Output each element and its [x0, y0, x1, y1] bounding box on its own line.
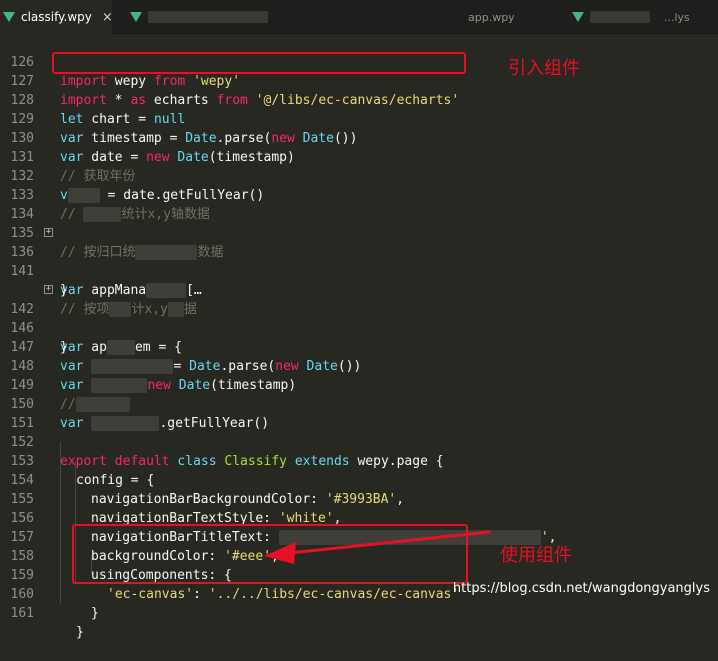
code-line: 147 var = Date.parse(new Date()): [0, 319, 718, 374]
code-line: 142 + var ap em = {: [0, 281, 718, 355]
code-line: 150 var .getFullYear(): [0, 376, 718, 431]
watermark: https://blog.csdn.net/wangdongyanglys: [452, 581, 710, 596]
tab-other[interactable]: ...lys: [560, 0, 718, 34]
import-annotation: 引入组件: [508, 58, 580, 79]
code-line: 148 var new Date(timestamp): [0, 338, 718, 393]
expand-plus-icon[interactable]: +: [44, 285, 53, 294]
code-line: 132 v = date.getFullYear(): [0, 148, 718, 203]
code-line: 131 // 获取年份: [0, 129, 718, 184]
usage-annotation: 使用组件: [500, 545, 572, 566]
code-line: 153 config = {: [0, 433, 718, 488]
vue-icon: [3, 12, 15, 22]
code-line: 134: [0, 186, 718, 222]
code-line: 141 }: [0, 243, 718, 298]
code-line: 135 // 按归口统 数据: [0, 205, 718, 260]
code-line: 154 navigationBarBackgroundColor: '#3993…: [0, 452, 718, 507]
tab-label: ...lys: [664, 10, 690, 24]
code-line: 130 var date = new Date(timestamp): [0, 110, 718, 165]
code-line: 126 import wepy from 'wepy': [0, 34, 718, 89]
line-number: 161: [10, 606, 34, 621]
code-line: 151: [0, 395, 718, 431]
code-line: 128 let chart = null: [0, 72, 718, 127]
code-line: 152 export default class Classify extend…: [0, 414, 718, 469]
code-editor[interactable]: 126 import wepy from 'wepy' 127 import *…: [0, 34, 718, 640]
code-line: 155 navigationBarTextStyle: 'white',: [0, 471, 718, 526]
blurred-tab-area: [590, 11, 650, 23]
code-line: 136 + var appMana […: [0, 224, 718, 298]
tab-label: app.wpy: [468, 10, 515, 24]
vue-icon: [130, 12, 142, 22]
tab-app[interactable]: app.wpy: [112, 0, 542, 34]
import-highlight-box: [52, 52, 466, 74]
code-line: 129 var timestamp = Date.parse(new Date(…: [0, 91, 718, 146]
code-line: 156 navigationBarTitleText: ',: [0, 490, 718, 545]
tab-classify[interactable]: classify.wpy ×: [0, 0, 113, 34]
code-line: 146 }: [0, 300, 718, 355]
tab-label: classify.wpy: [21, 10, 92, 24]
tab-bar: classify.wpy × app.wpy ...lys: [0, 0, 718, 34]
vue-icon: [572, 12, 584, 22]
expand-plus-icon[interactable]: +: [44, 228, 53, 237]
code-line: 149 //: [0, 357, 718, 412]
code-line: 133 // 统计x,y轴数据: [0, 167, 718, 222]
code-line: // 按项 计x,y 据: [60, 302, 197, 317]
blurred-tab-area: [148, 11, 268, 23]
arrow-icon: [264, 530, 490, 564]
